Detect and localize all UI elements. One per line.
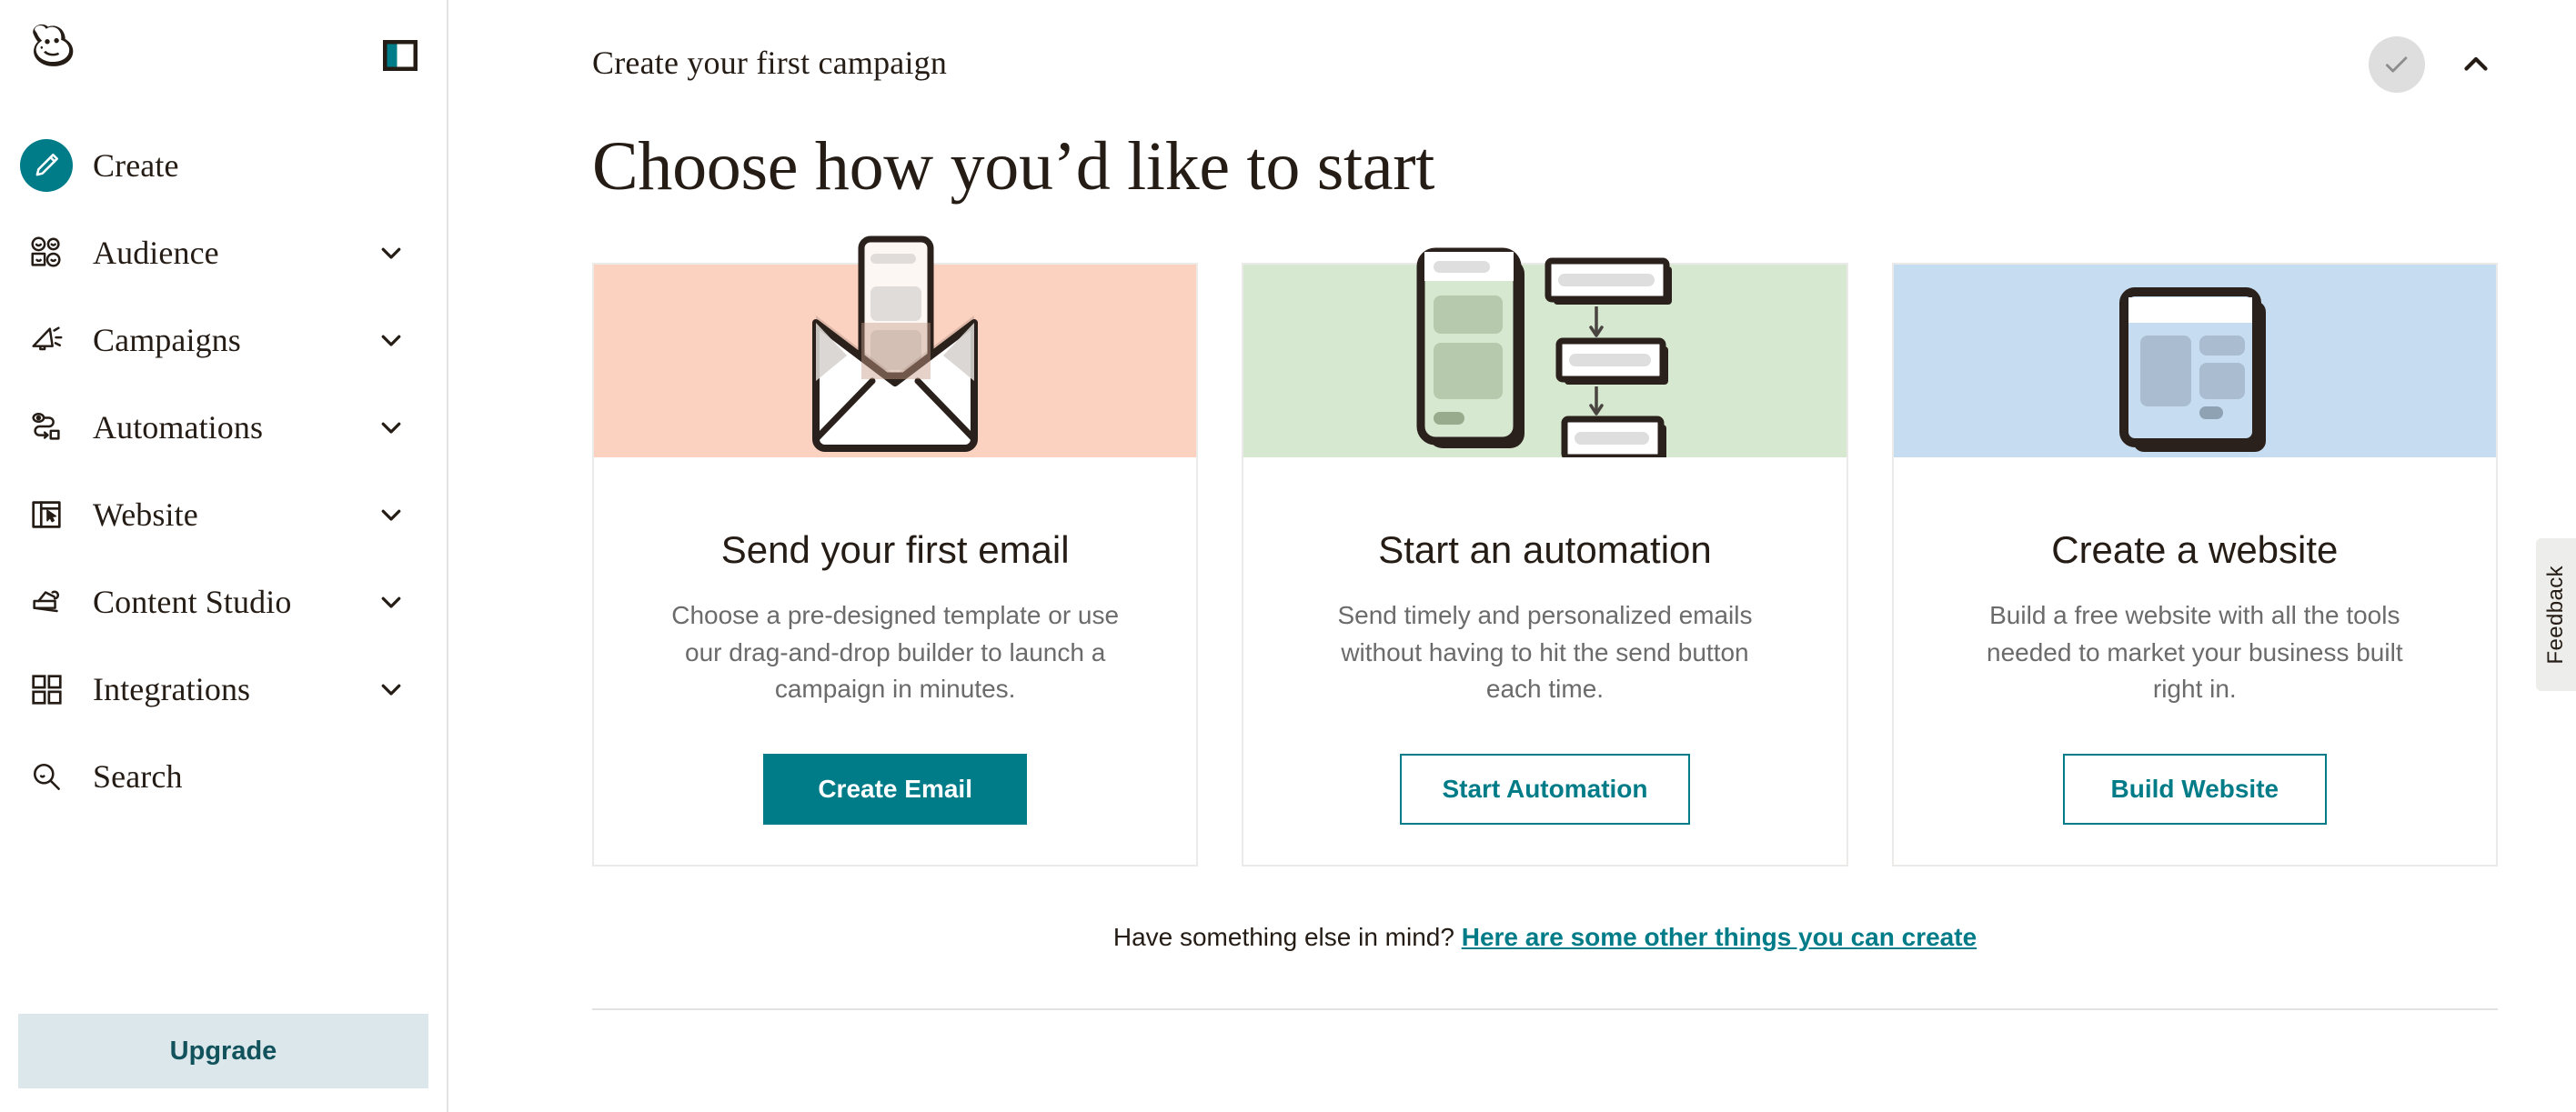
card-artwork	[594, 235, 1197, 457]
sidebar-item-label: Audience	[93, 235, 219, 271]
browser-window-illustration	[2118, 287, 2266, 452]
main-content: Create your first campaign Choose how yo…	[448, 0, 2576, 1112]
panel-collapse-icon[interactable]	[381, 36, 419, 75]
card-description: Choose a pre-designed template or use ou…	[671, 601, 1120, 704]
pencil-icon	[20, 139, 73, 192]
card-create-website[interactable]: Create a website Build a free website wi…	[1891, 263, 2498, 867]
grid-squares-icon	[20, 663, 73, 716]
sidebar-item-automations[interactable]: Automations	[0, 384, 447, 471]
sidebar-item-search[interactable]: Search	[0, 733, 447, 820]
chevron-down-icon[interactable]	[376, 674, 407, 705]
card-title: Start an automation	[1378, 528, 1712, 571]
sidebar-item-content-studio[interactable]: Content Studio	[0, 558, 447, 646]
upgrade-button[interactable]: Upgrade	[18, 1014, 428, 1088]
feedback-label: Feedback	[2543, 565, 2568, 665]
card-artwork	[1243, 247, 1846, 457]
audience-people-icon	[20, 226, 73, 279]
footnote: Have something else in mind? Here are so…	[448, 867, 2576, 952]
sidebar-item-label: Automations	[93, 409, 264, 446]
chevron-down-icon[interactable]	[376, 586, 407, 617]
sidebar-nav: Create Audience Campaigns Automations We…	[0, 107, 447, 820]
chevron-down-icon[interactable]	[376, 412, 407, 443]
sidebar: Create Audience Campaigns Automations We…	[0, 0, 448, 1112]
sidebar-item-label: Content Studio	[93, 584, 292, 620]
sidebar-item-label: Integrations	[93, 671, 251, 707]
create-email-button[interactable]: Create Email	[763, 753, 1028, 825]
footnote-text: Have something else in mind?	[1112, 922, 1462, 951]
card-start-automation[interactable]: Start an automation Send timely and pers…	[1242, 247, 1848, 867]
section-divider	[592, 1007, 2498, 1010]
sidebar-item-campaigns[interactable]: Campaigns	[0, 296, 447, 384]
card-artwork	[1893, 265, 2496, 457]
card-send-first-email[interactable]: Send your first email Choose a pre-desig…	[592, 235, 1199, 867]
search-icon	[20, 750, 73, 803]
automation-flow-icon	[20, 401, 73, 454]
section-header: Create your first campaign	[448, 0, 2576, 93]
app-root: Create Audience Campaigns Automations We…	[0, 0, 2576, 1112]
sidebar-item-website[interactable]: Website	[0, 471, 447, 558]
content-studio-icon	[20, 576, 73, 628]
header-controls	[2369, 36, 2498, 93]
sidebar-item-label: Create	[93, 147, 179, 184]
checkmark-icon	[2369, 36, 2425, 93]
card-title: Create a website	[2051, 528, 2339, 571]
chevron-down-icon[interactable]	[376, 325, 407, 356]
sidebar-item-integrations[interactable]: Integrations	[0, 646, 447, 733]
sidebar-header	[0, 0, 447, 107]
chevron-up-icon[interactable]	[2454, 43, 2498, 86]
page-title: Choose how you’d like to start	[592, 128, 1435, 205]
card-description: Send timely and personalized emails with…	[1337, 601, 1753, 704]
card-title: Send your first email	[720, 528, 1070, 571]
megaphone-icon	[20, 314, 73, 366]
sidebar-item-label: Campaigns	[93, 322, 241, 358]
build-website-button[interactable]: Build Website	[2062, 753, 2327, 825]
other-things-link[interactable]: Here are some other things you can creat…	[1462, 923, 1977, 951]
chevron-down-icon[interactable]	[376, 237, 407, 268]
sidebar-item-label: Search	[93, 758, 183, 795]
chevron-down-icon[interactable]	[376, 499, 407, 530]
website-layout-icon	[20, 488, 73, 541]
sidebar-item-audience[interactable]: Audience	[0, 209, 447, 296]
card-description: Build a free website with all the tools …	[1987, 601, 2403, 704]
phone-flowchart-illustration	[1416, 247, 1673, 457]
option-cards: Send your first email Choose a pre-desig…	[448, 206, 2576, 867]
open-envelope-illustration	[812, 235, 979, 452]
start-automation-button[interactable]: Start Automation	[1400, 753, 1690, 825]
section-eyebrow: Create your first campaign	[592, 45, 948, 81]
mailchimp-freddie-logo[interactable]	[20, 16, 91, 87]
sidebar-item-label: Website	[93, 496, 198, 533]
feedback-tab[interactable]: Feedback	[2536, 538, 2576, 691]
sidebar-item-create[interactable]: Create	[0, 122, 447, 209]
